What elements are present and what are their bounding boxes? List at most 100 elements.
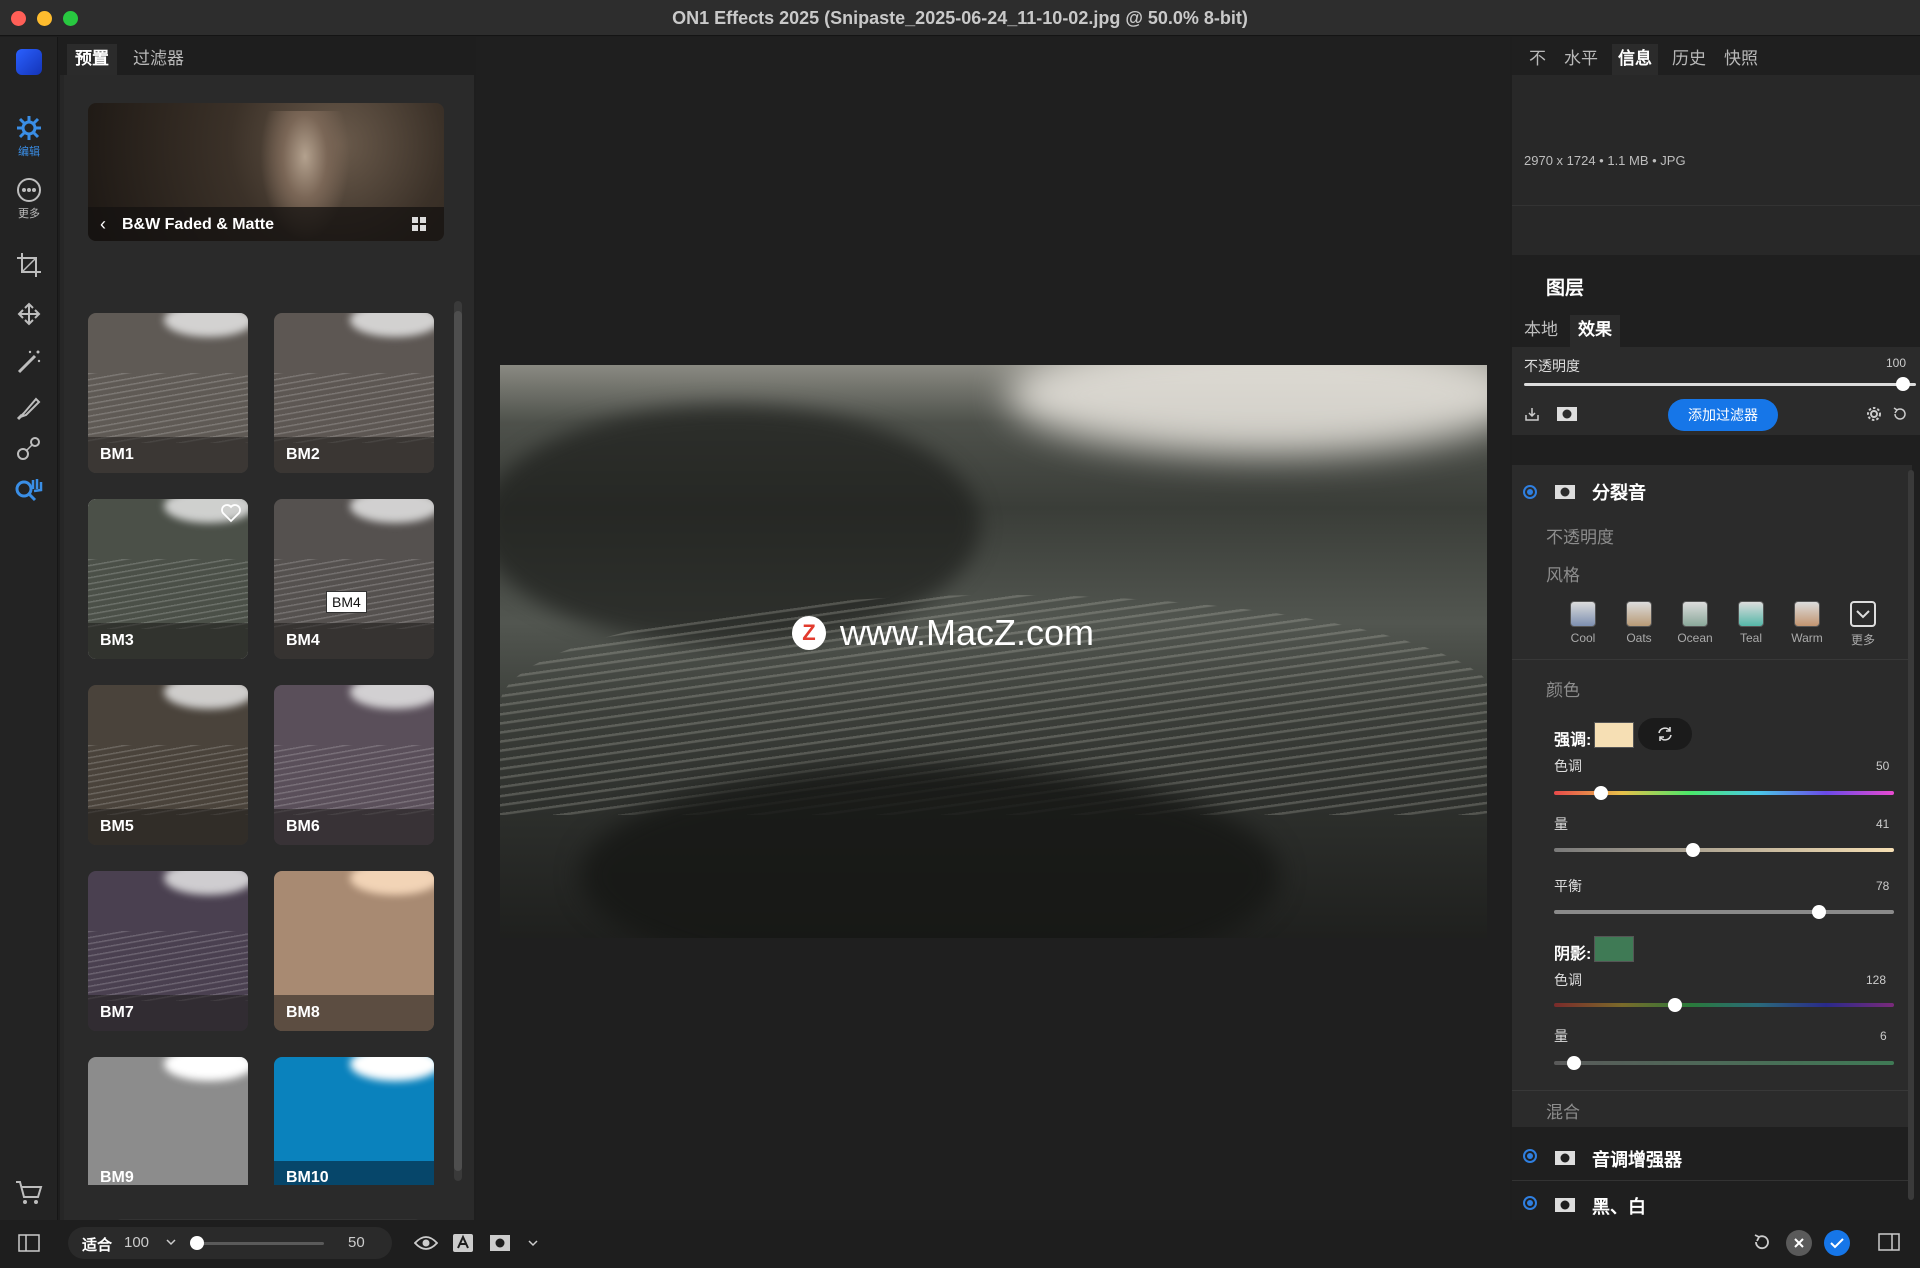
import-icon[interactable] xyxy=(1524,406,1540,422)
style-oats[interactable]: Oats xyxy=(1617,601,1661,645)
mask-icon[interactable] xyxy=(1554,484,1576,500)
style-warm[interactable]: Warm xyxy=(1785,601,1829,645)
mask-icon[interactable] xyxy=(1556,406,1578,422)
chevron-down-icon[interactable] xyxy=(164,1235,178,1249)
undo-icon[interactable] xyxy=(1752,1232,1772,1252)
eye-icon[interactable] xyxy=(414,1234,438,1252)
preset-bm1[interactable]: BM1 xyxy=(88,313,248,473)
crop-tool[interactable] xyxy=(0,252,58,278)
magic-wand-tool[interactable] xyxy=(0,349,58,375)
preset-bm2[interactable]: BM2 xyxy=(274,313,434,473)
gear-icon[interactable] xyxy=(1866,406,1882,422)
preset-bm9[interactable]: BM9 xyxy=(88,1057,248,1185)
grid-view-icon[interactable] xyxy=(412,217,426,231)
thumbnail-size-knob[interactable] xyxy=(190,1236,204,1250)
preset-bm5[interactable]: BM5 xyxy=(88,685,248,845)
shadow-hue-label: 色调 xyxy=(1554,972,1582,988)
highlight-color-swatch[interactable] xyxy=(1594,722,1634,748)
shadow-hue-knob[interactable] xyxy=(1667,998,1682,1012)
blend-section-label[interactable]: 混合 xyxy=(1546,1098,1580,1123)
preset-bm7[interactable]: BM7 xyxy=(88,871,248,1031)
swap-colors-button[interactable] xyxy=(1638,718,1692,750)
style-section-label[interactable]: 风格 xyxy=(1546,561,1580,586)
tab-snapshot[interactable]: 快照 xyxy=(1718,44,1764,75)
filter-opacity-label[interactable]: 不透明度 xyxy=(1546,523,1614,548)
tab-presets[interactable]: 预置 xyxy=(67,44,117,75)
more-tool[interactable]: 更多 xyxy=(0,177,58,221)
shadow-amount-value: 6 xyxy=(1880,1029,1887,1043)
back-chevron-icon[interactable]: ‹ xyxy=(100,214,106,235)
preset-scrollbar[interactable] xyxy=(454,301,462,1181)
tab-not[interactable]: 不 xyxy=(1523,44,1552,75)
tab-history[interactable]: 历史 xyxy=(1666,44,1712,75)
title-bar: ON1 Effects 2025 (Snipaste_2025-06-24_11… xyxy=(0,0,1920,36)
preset-bm10[interactable]: BM10 xyxy=(274,1057,434,1185)
right-panel-toggle-icon[interactable] xyxy=(1878,1233,1900,1251)
shadow-amount-slider[interactable] xyxy=(1554,1056,1894,1070)
shadow-color-swatch[interactable] xyxy=(1594,936,1634,962)
panel-toggle-icon[interactable] xyxy=(18,1234,40,1252)
apply-button[interactable] xyxy=(1824,1230,1850,1256)
zoom-controls: 适合 100 50 xyxy=(68,1227,392,1259)
layer-row-black-white[interactable]: 黑、白 xyxy=(1512,1188,1912,1220)
style-teal[interactable]: Teal xyxy=(1729,601,1773,645)
retouch-tool[interactable] xyxy=(0,435,58,461)
before-after-icon[interactable] xyxy=(453,1234,473,1252)
chevron-down-box-icon xyxy=(1850,601,1876,627)
style-cool[interactable]: Cool xyxy=(1561,601,1605,645)
filter-visible-toggle[interactable] xyxy=(1523,485,1537,499)
style-label: Oats xyxy=(1626,631,1652,645)
layer-name: 音调增强器 xyxy=(1592,1150,1682,1170)
app-logo[interactable] xyxy=(16,49,42,75)
style-swatch xyxy=(1738,601,1764,627)
preset-bm3[interactable]: BM3 xyxy=(88,499,248,659)
shadow-hue-slider[interactable] xyxy=(1554,998,1894,1012)
balance-slider[interactable] xyxy=(1554,905,1894,919)
highlight-amount-value: 41 xyxy=(1876,817,1890,831)
zoom-level[interactable]: 100 xyxy=(124,1234,149,1251)
thumbnail-size-slider[interactable] xyxy=(196,1242,324,1245)
favorite-heart-icon[interactable] xyxy=(220,503,242,523)
bottom-bar: 适合 100 50 xyxy=(0,1220,1920,1268)
preset-bm4[interactable]: BM4 BM4 xyxy=(274,499,434,659)
zoom-tool[interactable] xyxy=(0,477,58,505)
right-panel: 不 水平 信息 历史 快照 2970 x 1724 • 1.1 MB • JPG… xyxy=(1512,37,1920,1220)
layer-opacity-knob[interactable] xyxy=(1896,377,1910,391)
style-ocean[interactable]: Ocean xyxy=(1673,601,1717,645)
highlight-amount-slider[interactable] xyxy=(1554,843,1894,857)
add-filter-button[interactable]: 添加过滤器 xyxy=(1668,399,1778,431)
fit-button[interactable]: 适合 xyxy=(82,1234,112,1255)
preset-scrollbar-thumb[interactable] xyxy=(454,311,462,1171)
layer-visible-toggle[interactable] xyxy=(1523,1196,1537,1210)
edit-tool[interactable]: 编辑 xyxy=(0,115,58,159)
tab-level[interactable]: 水平 xyxy=(1558,44,1604,75)
preset-name: BM5 xyxy=(100,818,134,835)
move-tool[interactable] xyxy=(0,302,58,326)
tab-info[interactable]: 信息 xyxy=(1612,44,1658,75)
preset-rows xyxy=(88,373,248,443)
preset-bm6[interactable]: BM6 xyxy=(274,685,434,845)
layer-row-tone-enhancer[interactable]: 音调增强器 xyxy=(1512,1134,1912,1182)
cart-button[interactable] xyxy=(0,1179,58,1207)
style-swatch xyxy=(1794,601,1820,627)
right-panel-scrollbar[interactable] xyxy=(1908,470,1914,1200)
cancel-button[interactable] xyxy=(1786,1230,1812,1256)
color-section-label[interactable]: 颜色 xyxy=(1546,676,1580,701)
brush-tool[interactable] xyxy=(0,395,58,421)
highlight-hue-value: 50 xyxy=(1876,759,1890,773)
tab-filters[interactable]: 过滤器 xyxy=(125,44,192,75)
layer-opacity-slider[interactable] xyxy=(1524,383,1916,386)
tab-local[interactable]: 本地 xyxy=(1516,315,1566,347)
preset-name: BM2 xyxy=(286,446,320,463)
tab-effects[interactable]: 效果 xyxy=(1570,315,1620,347)
mask-icon[interactable] xyxy=(1554,1150,1576,1166)
chevron-down-icon[interactable] xyxy=(526,1236,540,1250)
reset-icon[interactable] xyxy=(1892,406,1908,422)
style-more[interactable]: 更多 xyxy=(1841,601,1885,648)
mask-view-icon[interactable] xyxy=(489,1234,511,1252)
layer-visible-toggle[interactable] xyxy=(1523,1149,1537,1163)
mask-icon[interactable] xyxy=(1554,1197,1576,1213)
preset-bm8[interactable]: BM8 xyxy=(274,871,434,1031)
category-header-card[interactable]: ‹ B&W Faded & Matte xyxy=(88,103,444,241)
highlight-hue-slider[interactable] xyxy=(1554,786,1894,800)
